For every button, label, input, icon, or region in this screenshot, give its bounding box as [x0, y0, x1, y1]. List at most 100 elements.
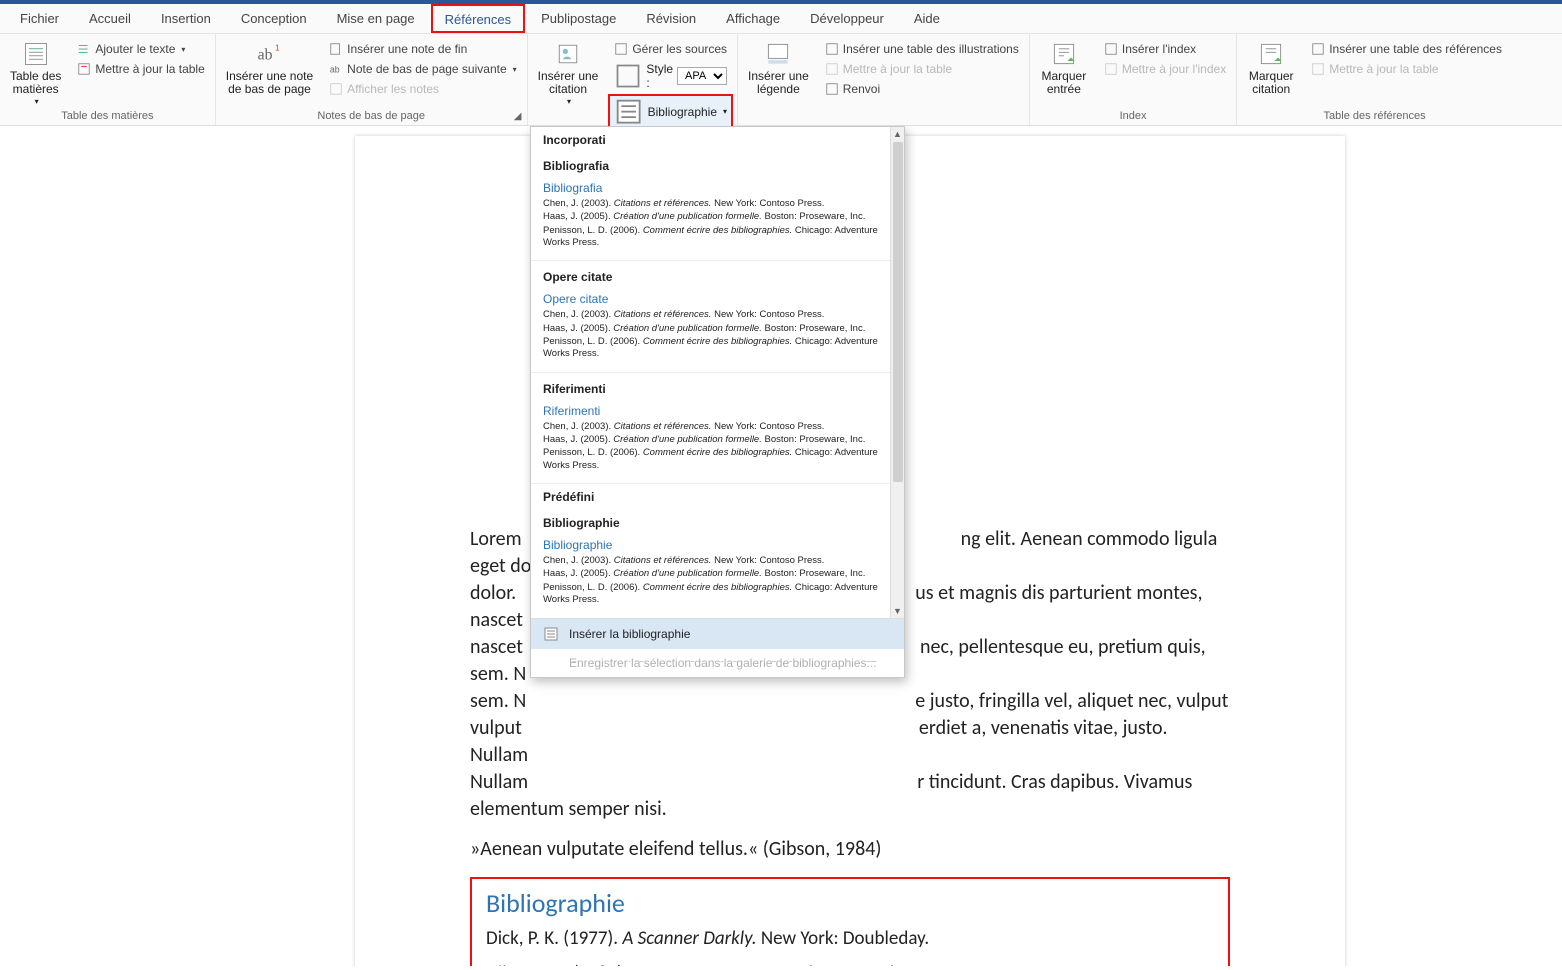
insert-ta-label: Insérer une table des références: [1329, 42, 1502, 56]
insert-figure-table-label: Insérer une table des illustrations: [843, 42, 1019, 56]
next-footnote-label: Note de bas de page suivante: [347, 62, 506, 76]
bibliography-heading: Bibliographie: [486, 887, 1214, 919]
next-footnote-button[interactable]: ab Note de bas de page suivante▾: [323, 60, 522, 78]
mark-citation-button[interactable]: Marquer citation: [1241, 36, 1301, 96]
group-citations: Insérer une citation ▾ Gérer les sources…: [528, 34, 738, 125]
text-fragment: Lorem: [470, 527, 522, 551]
gallery-scrollbar[interactable]: ▲ ▼: [890, 127, 904, 618]
entry-pub: New York: Doubleday.: [757, 927, 930, 950]
insert-citation-label: Insérer une citation: [538, 70, 599, 96]
endnote-icon: [329, 42, 343, 56]
mark-entry-button[interactable]: Marquer entrée: [1034, 36, 1094, 96]
insert-figure-table-button[interactable]: Insérer une table des illustrations: [819, 40, 1025, 58]
group-toc: Table des matières ▾ Ajouter le texte▾ M…: [0, 34, 216, 125]
preview-line: Penisson, L. D. (2006). Comment écrire d…: [543, 225, 892, 250]
preview-line: Chen, J. (2003). Citations et références…: [543, 421, 892, 433]
tab-aide[interactable]: Aide: [900, 4, 954, 33]
text-fragment: dolor.: [470, 581, 516, 605]
tab-developpeur[interactable]: Développeur: [796, 4, 898, 33]
insert-index-button[interactable]: Insérer l'index: [1098, 40, 1232, 58]
plus-icon: [77, 42, 91, 56]
tab-publipostage[interactable]: Publipostage: [527, 4, 630, 33]
group-index: Marquer entrée Insérer l'index Mettre à …: [1030, 34, 1237, 125]
update-figure-table-button[interactable]: Mettre à jour la table: [819, 60, 1025, 78]
toc-button[interactable]: Table des matières ▾: [4, 36, 67, 107]
text-fragment: nascet: [470, 635, 523, 659]
bibliography-button[interactable]: Bibliographie ▾: [608, 94, 733, 129]
gallery-item-bibliographie[interactable]: Bibliographie Chen, J. (2003). Citations…: [531, 534, 904, 617]
tab-conception[interactable]: Conception: [227, 4, 321, 33]
update-figure-table-label: Mettre à jour la table: [843, 62, 952, 76]
gallery-item-bibliografia[interactable]: Bibliografia Chen, J. (2003). Citations …: [531, 177, 904, 261]
preview-line: Haas, J. (2005). Création d'une publicat…: [543, 211, 892, 223]
insert-ta-button[interactable]: Insérer une table des références: [1305, 40, 1508, 58]
insert-bibliography-command[interactable]: Insérer la bibliographie: [531, 619, 904, 649]
tab-mise-en-page[interactable]: Mise en page: [323, 4, 429, 33]
tab-insertion[interactable]: Insertion: [147, 4, 225, 33]
refresh-icon: [1311, 62, 1325, 76]
bibliography-entry: Gibson, W. (1984). Neuromancer. New York…: [486, 962, 1214, 966]
scroll-thumb[interactable]: [893, 142, 903, 482]
group-footnotes-title: Notes de bas de page: [220, 108, 523, 125]
bibliography-field[interactable]: Bibliographie Dick, P. K. (1977). A Scan…: [470, 877, 1230, 966]
tab-revision[interactable]: Révision: [632, 4, 710, 33]
refresh-icon: [825, 62, 839, 76]
footnotes-dialog-launcher[interactable]: ◢: [512, 110, 524, 122]
document-canvas: Lorem ng elit. Aenean commodo ligula ege…: [0, 126, 1562, 966]
citation-style-select[interactable]: APA: [677, 67, 727, 85]
group-footnotes: ab1 Insérer une note de bas de page Insé…: [216, 34, 528, 125]
tab-accueil[interactable]: Accueil: [75, 4, 145, 33]
bibliography-label: Bibliographie: [648, 105, 717, 119]
update-ta-button[interactable]: Mettre à jour la table: [1305, 60, 1508, 78]
crossref-label: Renvoi: [843, 82, 880, 96]
gallery-footer: Insérer la bibliographie Enregistrer la …: [531, 618, 904, 677]
preview-line: Penisson, L. D. (2006). Comment écrire d…: [543, 582, 892, 607]
scroll-down-arrow[interactable]: ▼: [891, 604, 904, 618]
add-text-button[interactable]: Ajouter le texte▾: [71, 40, 210, 58]
refresh-icon: [1104, 62, 1118, 76]
insert-endnote-button[interactable]: Insérer une note de fin: [323, 40, 522, 58]
chevron-down-icon: ▾: [35, 98, 39, 107]
preview-line: Chen, J. (2003). Citations et références…: [543, 309, 892, 321]
update-toc-button[interactable]: Mettre à jour la table: [71, 60, 210, 78]
preview-line: Chen, J. (2003). Citations et références…: [543, 198, 892, 210]
gallery-scroll-area: Incorporati Bibliografia Bibliografia Ch…: [531, 127, 904, 618]
gallery-item-opere-citate[interactable]: Opere citate Chen, J. (2003). Citations …: [531, 288, 904, 372]
group-ta-title: Table des références: [1241, 108, 1508, 125]
mark-citation-icon: [1257, 40, 1285, 68]
tab-references[interactable]: Références: [431, 4, 525, 33]
footnote-icon: ab1: [255, 40, 283, 68]
crossref-button[interactable]: Renvoi: [819, 80, 1025, 98]
insert-footnote-button[interactable]: ab1 Insérer une note de bas de page: [220, 36, 319, 96]
save-to-gallery-command: Enregistrer la sélection dans la galerie…: [531, 649, 904, 677]
mark-citation-label: Marquer citation: [1249, 70, 1294, 96]
insert-caption-button[interactable]: Insérer une légende: [742, 36, 815, 96]
preview-title: Bibliographie: [543, 538, 892, 552]
gallery-item-riferimenti[interactable]: Riferimenti Chen, J. (2003). Citations e…: [531, 400, 904, 484]
preview-line: Chen, J. (2003). Citations et références…: [543, 555, 892, 567]
scroll-up-arrow[interactable]: ▲: [891, 127, 904, 141]
bibliography-icon: [614, 97, 643, 126]
manage-sources-button[interactable]: Gérer les sources: [608, 40, 733, 58]
text-fragment: Nullam: [470, 770, 528, 794]
tab-fichier[interactable]: Fichier: [6, 4, 73, 33]
mark-entry-label: Marquer entrée: [1042, 70, 1087, 96]
gallery-category-incorporati: Incorporati: [531, 127, 904, 150]
show-notes-button[interactable]: Afficher les notes: [323, 80, 522, 98]
tab-affichage[interactable]: Affichage: [712, 4, 794, 33]
save-to-gallery-label: Enregistrer la sélection dans la galerie…: [569, 656, 877, 670]
manage-sources-label: Gérer les sources: [632, 42, 727, 56]
group-toc-title: Table des matières: [4, 108, 211, 125]
ta-icon: [1311, 42, 1325, 56]
toc-icon: [22, 40, 50, 68]
show-notes-label: Afficher les notes: [347, 82, 439, 96]
entry-pub: New York: Ace Books.: [740, 962, 910, 966]
mark-entry-icon: [1050, 40, 1078, 68]
update-index-button[interactable]: Mettre à jour l'index: [1098, 60, 1232, 78]
sources-icon: [614, 42, 628, 56]
update-ta-label: Mettre à jour la table: [1329, 62, 1438, 76]
citation-icon: [554, 40, 582, 68]
insert-citation-button[interactable]: Insérer une citation ▾: [532, 36, 605, 107]
ribbon-tabs: Fichier Accueil Insertion Conception Mis…: [0, 4, 1562, 34]
insert-index-label: Insérer l'index: [1122, 42, 1196, 56]
